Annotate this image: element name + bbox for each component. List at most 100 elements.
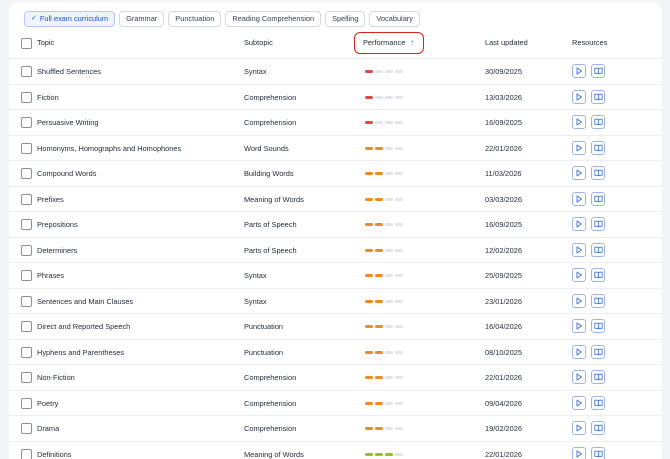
open-book-button[interactable]	[591, 140, 605, 155]
subtopic-cell: Punctuation	[244, 347, 284, 357]
subtopic-cell: Meaning of Words	[244, 194, 304, 204]
row-checkbox[interactable]	[21, 91, 32, 103]
table-row[interactable]: Compound Words Building Words 11/03/2026	[9, 160, 662, 186]
row-checkbox[interactable]	[21, 372, 32, 383]
open-book-button[interactable]	[591, 319, 605, 333]
table-row[interactable]: Non-Fiction Comprehension 22/01/2026	[9, 364, 662, 390]
filter-chip-full-exam-curriculum[interactable]: ✓ Full exam curriculum	[24, 11, 116, 27]
open-book-button[interactable]	[591, 370, 605, 384]
filter-chip-reading-comprehension[interactable]: Reading Comprehension	[225, 11, 322, 27]
play-video-button[interactable]	[572, 140, 586, 155]
open-book-button[interactable]	[591, 242, 605, 257]
play-video-button[interactable]	[572, 64, 586, 78]
play-video-button[interactable]	[572, 89, 586, 104]
row-checkbox[interactable]	[21, 346, 32, 358]
performance-bar	[395, 350, 403, 354]
table-row[interactable]: Fiction Comprehension 13/03/2026	[9, 83, 662, 110]
table-row[interactable]: Drama Comprehension 19/02/2026	[9, 415, 662, 441]
sort-arrow-up-icon[interactable]: ↑	[410, 33, 414, 52]
open-book-button[interactable]	[591, 395, 605, 410]
row-checkbox[interactable]	[21, 295, 32, 307]
table-row[interactable]: Phrases Syntax 25/09/2025	[9, 262, 662, 288]
performance-bar	[375, 376, 383, 379]
book-icon	[593, 348, 603, 355]
filter-chip-spelling[interactable]: Spelling	[325, 11, 366, 27]
table-row[interactable]: Determiners Parts of Speech 12/02/2026	[9, 236, 662, 263]
play-video-button[interactable]	[572, 319, 586, 333]
table-row[interactable]: Prefixes Meaning of Words 03/03/2026	[9, 185, 662, 212]
performance-bar	[385, 172, 393, 175]
row-checkbox[interactable]	[21, 117, 32, 128]
last-updated-cell: 11/03/2026	[485, 169, 522, 178]
play-video-button[interactable]	[572, 191, 586, 206]
performance-bar	[365, 146, 373, 150]
row-checkbox[interactable]	[21, 219, 32, 230]
column-subtopic[interactable]: Subtopic	[244, 32, 273, 54]
open-book-button[interactable]	[591, 217, 605, 231]
subtopic-cell: Comprehension	[244, 424, 297, 433]
open-book-button[interactable]	[591, 191, 605, 206]
play-video-button[interactable]	[572, 344, 586, 359]
row-checkbox[interactable]	[21, 397, 32, 409]
play-video-button[interactable]	[572, 395, 586, 410]
performance-indicator	[365, 197, 403, 201]
table-row[interactable]: Homonyms, Homographs and Homophones Word …	[9, 134, 662, 161]
row-checkbox[interactable]	[21, 423, 32, 434]
table-row[interactable]: Direct and Reported Speech Punctuation 16/…	[9, 313, 662, 339]
play-icon	[576, 67, 582, 75]
row-checkbox[interactable]	[21, 193, 32, 205]
open-book-button[interactable]	[591, 268, 605, 282]
topic-cell: Poetry	[37, 398, 59, 408]
open-book-button[interactable]	[591, 344, 605, 359]
table-row[interactable]: Prepositions Parts of Speech 16/09/2025	[9, 211, 662, 237]
last-updated-cell: 22/01/2026	[485, 449, 522, 459]
open-book-button[interactable]	[591, 446, 605, 459]
performance-bar	[375, 452, 383, 456]
row-checkbox[interactable]	[21, 142, 32, 154]
select-all-checkbox[interactable]	[21, 37, 32, 49]
book-icon	[593, 297, 603, 304]
filter-chip-punctuation[interactable]: Punctuation	[168, 11, 222, 27]
play-video-button[interactable]	[572, 268, 586, 282]
row-checkbox[interactable]	[21, 66, 32, 77]
play-icon	[576, 322, 582, 330]
open-book-button[interactable]	[591, 89, 605, 104]
filter-chip-label: Grammar	[126, 14, 158, 23]
column-last-updated[interactable]: Last updated	[485, 32, 528, 54]
open-book-button[interactable]	[591, 166, 605, 180]
performance-bar	[365, 223, 373, 226]
play-video-button[interactable]	[572, 370, 586, 384]
play-video-button[interactable]	[572, 293, 586, 308]
play-video-button[interactable]	[572, 166, 586, 180]
book-icon	[593, 220, 603, 228]
play-video-button[interactable]	[572, 115, 586, 129]
filter-chip-vocabulary[interactable]: Vocabulary	[369, 11, 420, 27]
open-book-button[interactable]	[591, 64, 605, 78]
subtopic-cell: Parts of Speech	[244, 220, 297, 229]
performance-bar	[365, 70, 373, 73]
row-checkbox[interactable]	[21, 270, 32, 281]
table-row[interactable]: Hyphens and Parentheses Punctuation 08/10/…	[9, 338, 662, 365]
performance-indicator	[365, 350, 403, 354]
play-video-button[interactable]	[572, 217, 586, 231]
play-video-button[interactable]	[572, 421, 586, 435]
column-topic[interactable]: Topic	[37, 32, 54, 54]
table-row[interactable]: Definitions Meaning of Words 22/01/2026	[9, 440, 662, 459]
table-row[interactable]: Sentences and Main Clauses Syntax 23/01/20…	[9, 287, 662, 314]
column-performance[interactable]: Performance ↑	[354, 32, 424, 54]
filter-chip-grammar[interactable]: Grammar	[119, 11, 165, 27]
open-book-button[interactable]	[591, 115, 605, 129]
table-row[interactable]: Poetry Comprehension 09/04/2026	[9, 389, 662, 416]
last-updated-cell: 08/10/2025	[485, 347, 522, 357]
row-checkbox[interactable]	[21, 321, 32, 332]
play-video-button[interactable]	[572, 446, 586, 459]
table-row[interactable]: Persuasive Writing Comprehension 16/09/202…	[9, 109, 662, 135]
play-video-button[interactable]	[572, 242, 586, 257]
open-book-button[interactable]	[591, 293, 605, 308]
open-book-button[interactable]	[591, 421, 605, 435]
filter-chips: ✓ Full exam curriculum Grammar Punctuation R…	[24, 11, 420, 27]
row-checkbox[interactable]	[21, 448, 32, 459]
row-checkbox[interactable]	[21, 168, 32, 179]
row-checkbox[interactable]	[21, 244, 32, 256]
table-row[interactable]: Shuffled Sentences Syntax 30/09/2025	[9, 58, 662, 84]
